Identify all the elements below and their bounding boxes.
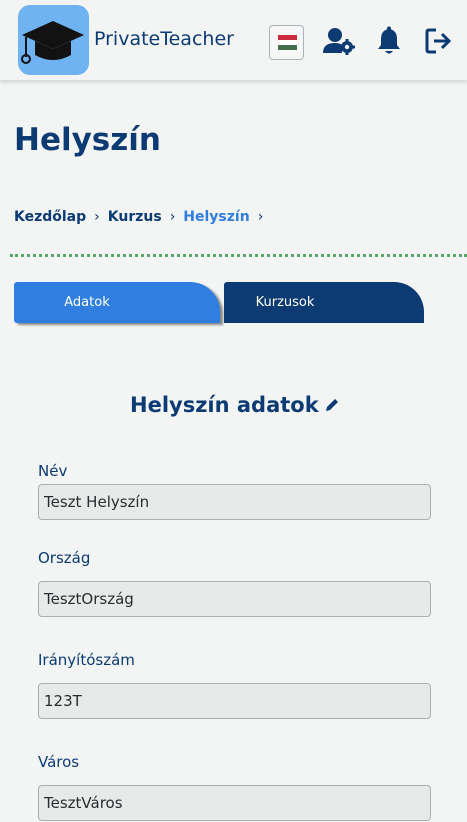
- postal-code-label: Irányítószám: [38, 651, 135, 669]
- section-title: Helyszín adatok: [130, 393, 340, 417]
- tab-adatok[interactable]: Adatok: [14, 282, 220, 323]
- page-title: Helyszín: [14, 122, 161, 158]
- language-button[interactable]: [269, 25, 304, 60]
- name-label: Név: [38, 462, 68, 480]
- country-label: Ország: [38, 549, 91, 567]
- section-title-text: Helyszín adatok: [130, 393, 319, 417]
- breadcrumb-home[interactable]: Kezdőlap: [14, 209, 86, 225]
- city-label: Város: [38, 753, 80, 771]
- user-settings-icon[interactable]: [323, 26, 355, 56]
- brand-name[interactable]: PrivateTeacher: [94, 28, 234, 50]
- name-field[interactable]: Teszt Helyszín: [38, 484, 431, 520]
- pencil-icon[interactable]: [324, 397, 340, 413]
- tab-kurzusok[interactable]: Kurzusok: [224, 282, 424, 323]
- chevron-right-icon: ›: [169, 209, 176, 225]
- chevron-right-icon: ›: [257, 209, 264, 225]
- city-field[interactable]: TesztVáros: [38, 785, 431, 821]
- dotted-divider: [10, 254, 467, 257]
- bell-icon[interactable]: [376, 26, 408, 56]
- breadcrumb-location[interactable]: Helyszín: [183, 209, 249, 225]
- breadcrumb: Kezdőlap › Kurzus › Helyszín ›: [14, 209, 271, 225]
- hungarian-flag-icon: [278, 35, 297, 50]
- graduation-cap-logo[interactable]: [18, 5, 89, 75]
- top-navbar: PrivateTeacher: [0, 0, 467, 80]
- breadcrumb-course[interactable]: Kurzus: [108, 209, 162, 225]
- logout-icon[interactable]: [425, 26, 457, 56]
- postal-code-field[interactable]: 123T: [38, 683, 431, 719]
- country-field[interactable]: TesztOrszág: [38, 581, 431, 617]
- chevron-right-icon: ›: [94, 209, 100, 225]
